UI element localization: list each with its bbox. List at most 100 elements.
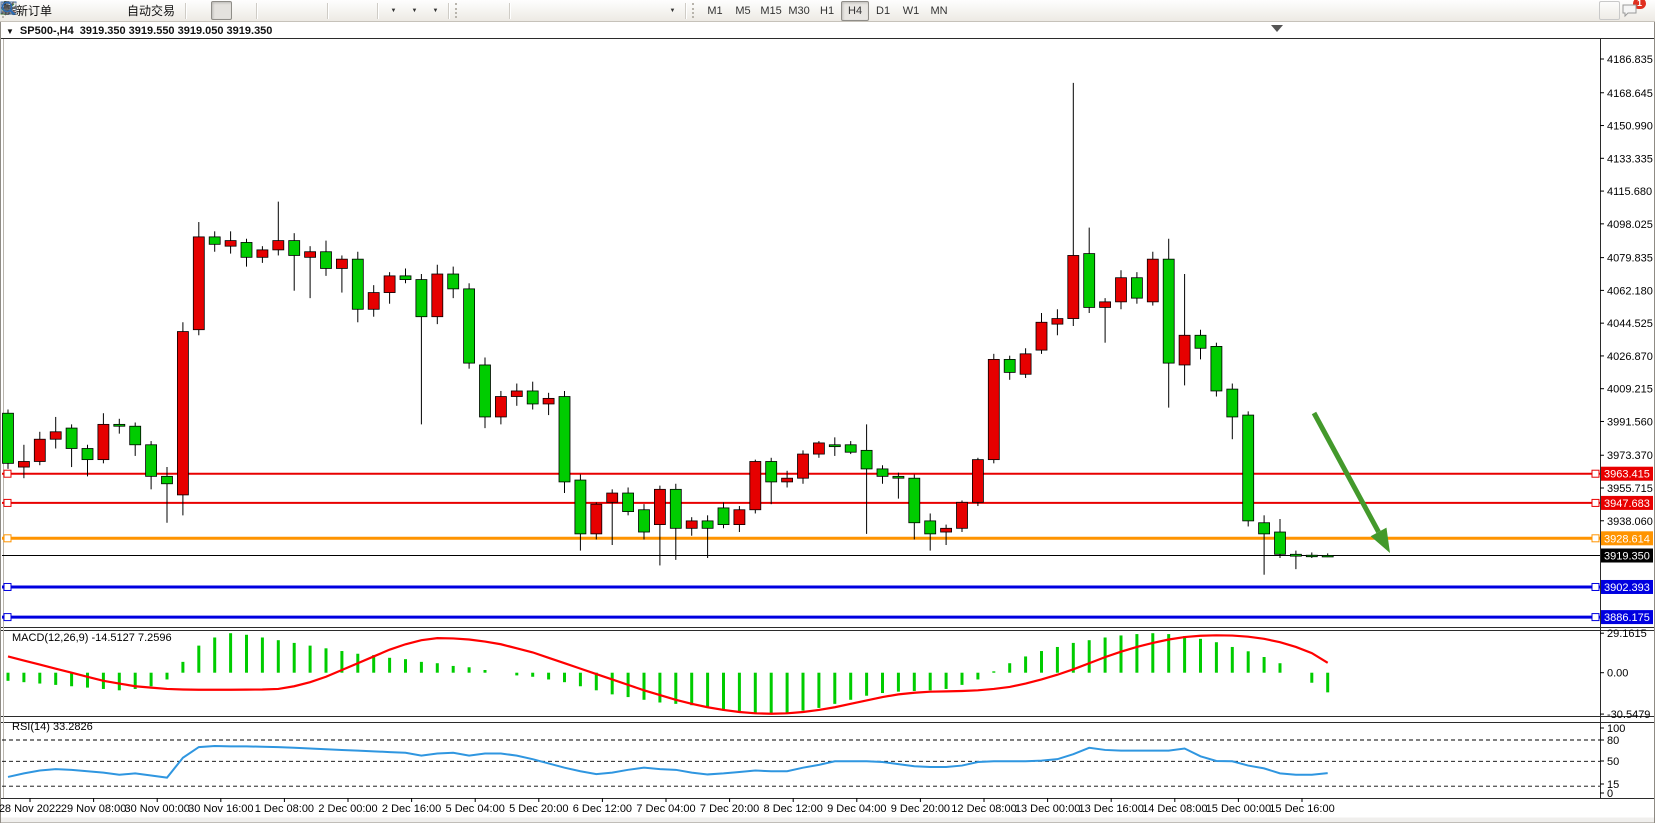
bar-chart-type-button[interactable] (190, 1, 211, 20)
candle-body (1004, 359, 1015, 372)
price-tick-label: 4133.335 (1607, 153, 1653, 165)
crosshair-tool-button[interactable] (485, 1, 506, 20)
toolbar-separator (185, 3, 187, 19)
hline-marker[interactable] (1592, 535, 1599, 542)
timeframe-button-h1[interactable]: H1 (813, 1, 841, 21)
time-tick-label: 13 Dec 00:00 (1015, 803, 1080, 815)
chart-title-bar: ▼ SP500-,H4 3919.350 3919.550 3919.050 3… (6, 25, 272, 37)
zoom-in-button[interactable] (261, 1, 282, 20)
hline-marker[interactable] (4, 614, 11, 621)
hline-marker[interactable] (1592, 583, 1599, 590)
market-watch-button[interactable] (57, 1, 78, 20)
rsi-tick-label: 100 (1607, 723, 1625, 735)
candle-chart-type-button[interactable] (211, 1, 232, 20)
cursor-tool-button[interactable] (464, 1, 485, 20)
price-tick-label: 3955.715 (1607, 483, 1653, 495)
candle-body (416, 280, 427, 317)
timeframe-button-h4[interactable]: H4 (841, 1, 869, 21)
trendline-tool-button[interactable] (556, 1, 577, 20)
timeframe-button-d1[interactable]: D1 (869, 1, 897, 21)
candle-body (734, 510, 745, 525)
macd-indicator-label: MACD(12,26,9) -14.5127 7.2596 (12, 632, 172, 644)
periods-button[interactable]: ▼ (403, 1, 424, 20)
macd-tick-label: 0.00 (1607, 668, 1628, 680)
price-tick-label: 4150.990 (1607, 121, 1653, 133)
time-tick-label: 9 Dec 20:00 (891, 803, 950, 815)
signals-button[interactable] (99, 1, 120, 20)
hline-marker[interactable] (1592, 499, 1599, 506)
indicators-button[interactable]: ▼ (382, 1, 403, 20)
candle-body (988, 359, 999, 459)
candle-body (1147, 259, 1158, 302)
candle-body (813, 443, 824, 454)
fibonacci-tool-button[interactable]: F (598, 1, 619, 20)
time-tick-label: 1 Dec 08:00 (255, 803, 314, 815)
candle-body (495, 397, 506, 417)
hline-marker[interactable] (4, 583, 11, 590)
price-line-badge: 3886.175 (1604, 612, 1650, 624)
candle-body (18, 461, 29, 467)
candle-body (114, 424, 125, 426)
toolbar-separator (256, 3, 258, 19)
notifications-button[interactable]: 1 (1620, 1, 1641, 20)
dropdown-caret: ▼ (670, 8, 676, 14)
text-tool-button[interactable]: A (619, 1, 640, 20)
price-tick-label: 4009.215 (1607, 384, 1653, 396)
terminal-button[interactable] (78, 1, 99, 20)
vertical-line-tool-button[interactable] (514, 1, 535, 20)
candle-body (352, 259, 363, 309)
zoom-out-button[interactable] (282, 1, 303, 20)
hline-marker[interactable] (4, 470, 11, 477)
chart-shift-button[interactable] (353, 1, 374, 20)
candle-body (464, 289, 475, 363)
candle-body (193, 237, 204, 330)
timeframe-button-w1[interactable]: W1 (897, 1, 925, 21)
horizontal-line-tool-button[interactable] (535, 1, 556, 20)
candle-body (448, 274, 459, 289)
candle-body (559, 397, 570, 482)
candle-body (336, 259, 347, 268)
candle-body (670, 489, 681, 528)
arrows-tool-button[interactable]: ▼ (661, 1, 682, 20)
equidistant-channel-tool-button[interactable]: E (577, 1, 598, 20)
candle-body (1036, 322, 1047, 350)
hline-marker[interactable] (1592, 470, 1599, 477)
timeframe-button-m15[interactable]: M15 (757, 1, 785, 21)
time-tick-label: 15 Dec 16:00 (1269, 803, 1334, 815)
rsi-tick-label: 50 (1607, 756, 1619, 768)
hline-marker[interactable] (1592, 614, 1599, 621)
line-chart-type-button[interactable] (232, 1, 253, 20)
candle-body (1116, 278, 1127, 302)
candle-body (845, 445, 856, 452)
candle-body (909, 478, 920, 523)
price-line-badge: 3963.415 (1604, 469, 1650, 481)
chart-canvas[interactable]: 4186.8354168.6454150.9904133.3354115.680… (0, 0, 1655, 823)
templates-button[interactable]: ▼ (424, 1, 445, 20)
auto-scroll-button[interactable] (332, 1, 353, 20)
chart-menu-caret-icon[interactable]: ▼ (6, 27, 14, 36)
candle-body (66, 428, 77, 448)
candle-body (511, 391, 522, 397)
hline-marker[interactable] (4, 535, 11, 542)
candle-body (1227, 389, 1238, 417)
candle-body (686, 521, 697, 528)
price-tick-label: 4098.025 (1607, 219, 1653, 231)
candle-body (925, 521, 936, 534)
candle-body (82, 448, 93, 459)
hline-marker[interactable] (4, 499, 11, 506)
timeframe-button-m5[interactable]: M5 (729, 1, 757, 21)
candle-body (1100, 302, 1111, 308)
timeframe-button-mn[interactable]: MN (925, 1, 953, 21)
autotrading-button[interactable]: 自动交易 (120, 1, 182, 20)
tile-windows-button[interactable] (303, 1, 324, 20)
candle-body (623, 493, 634, 512)
candle-body (972, 460, 983, 503)
main-toolbar: 新订单 自动交易 (0, 0, 1655, 22)
price-axis[interactable]: 4186.8354168.6454150.9904133.3354115.680… (1600, 54, 1653, 528)
timeframe-button-m1[interactable]: M1 (701, 1, 729, 21)
candle-body (1243, 415, 1254, 521)
timeframe-button-m30[interactable]: M30 (785, 1, 813, 21)
candle-body (368, 293, 379, 310)
text-label-tool-button[interactable]: T (640, 1, 661, 20)
search-button[interactable] (1599, 1, 1620, 20)
